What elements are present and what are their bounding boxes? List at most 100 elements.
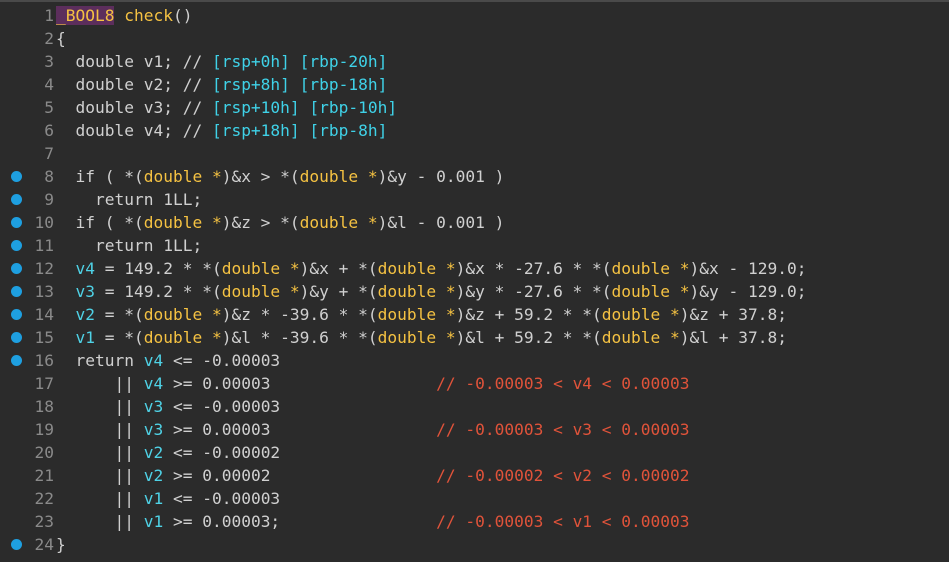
breakpoint-dot-icon[interactable]	[11, 194, 22, 205]
code-line[interactable]: 8 if ( *(double *)&x > *(double *)&y - 0…	[0, 165, 949, 188]
code-text: || v3 >= 0.00003 // -0.00003 < v3 < 0.00…	[56, 418, 689, 441]
line-number: 21	[34, 466, 55, 485]
code-line[interactable]: 7	[0, 142, 949, 165]
code-line[interactable]: 22 || v1 <= -0.00003	[0, 487, 949, 510]
code-token: ||	[114, 397, 144, 416]
code-line[interactable]: 17 || v4 >= 0.00003 // -0.00003 < v4 < 0…	[0, 372, 949, 395]
code-line[interactable]: 16 return v4 <= -0.00003	[0, 349, 949, 372]
code-text: v1 = *(double *)&l * -39.6 * *(double *)…	[56, 326, 787, 349]
code-token: double *	[221, 282, 300, 301]
code-token: double *	[299, 213, 378, 232]
code-token: <= -0.00003	[163, 397, 281, 416]
breakpoint-dot-icon[interactable]	[11, 286, 22, 297]
code-token: // -0.00003 < v1 < 0.00003	[436, 512, 690, 531]
code-line[interactable]: 1 _BOOL8 check()	[0, 4, 949, 27]
code-token: v3	[143, 397, 164, 416]
code-token: ||	[114, 466, 144, 485]
code-token: double *	[611, 259, 690, 278]
code-token: ||	[114, 512, 144, 531]
code-token: = *(	[95, 305, 144, 324]
code-text: || v4 >= 0.00003 // -0.00003 < v4 < 0.00…	[56, 372, 689, 395]
code-text: double v1; // [rsp+0h] [rbp-20h]	[56, 50, 388, 73]
code-token: _BOOL8	[56, 6, 115, 25]
code-line[interactable]: 14 v2 = *(double *)&z * -39.6 * *(double…	[0, 303, 949, 326]
code-text: if ( *(double *)&z > *(double *)&l - 0.0…	[56, 211, 505, 234]
code-token: v4	[143, 351, 164, 370]
code-line[interactable]: 10 if ( *(double *)&z > *(double *)&l - …	[0, 211, 949, 234]
code-token: check	[124, 6, 173, 25]
code-token: )&y + *(	[299, 282, 378, 301]
code-line[interactable]: 12 v4 = 149.2 * *(double *)&x + *(double…	[0, 257, 949, 280]
code-text: return 1LL;	[56, 234, 202, 257]
code-line[interactable]: 5 double v3; // [rsp+10h] [rbp-10h]	[0, 96, 949, 119]
breakpoint-dot-icon[interactable]	[11, 355, 22, 366]
line-number: 18	[34, 397, 55, 416]
code-token: )&l + 59.2 * *(	[455, 328, 602, 347]
code-line[interactable]: 9 return 1LL;	[0, 188, 949, 211]
code-token: double *	[143, 213, 222, 232]
code-text: }	[56, 533, 66, 556]
pseudocode-editor[interactable]: 1 _BOOL8 check() 2{3 double v1; // [rsp+0h…	[0, 4, 949, 556]
breakpoint-dot-icon[interactable]	[11, 539, 22, 550]
code-line[interactable]: 18 || v3 <= -0.00003	[0, 395, 949, 418]
code-line[interactable]: 3 double v1; // [rsp+0h] [rbp-20h]	[0, 50, 949, 73]
code-token: ()	[172, 6, 193, 25]
code-text: double v3; // [rsp+10h] [rbp-10h]	[56, 96, 398, 119]
code-token: >= 0.00003	[163, 374, 437, 393]
code-line[interactable]: 4 double v2; // [rsp+8h] [rbp-18h]	[0, 73, 949, 96]
code-token: v4	[75, 259, 96, 278]
code-token: }	[56, 535, 66, 554]
line-number: 8	[44, 167, 54, 186]
breakpoint-dot-icon[interactable]	[11, 309, 22, 320]
code-line[interactable]: 23 || v1 >= 0.00003; // -0.00003 < v1 < …	[0, 510, 949, 533]
line-number: 14	[34, 305, 55, 324]
code-token: double *	[601, 328, 680, 347]
code-line[interactable]: 21 || v2 >= 0.00002 // -0.00002 < v2 < 0…	[0, 464, 949, 487]
breakpoint-dot-icon[interactable]	[11, 332, 22, 343]
code-line[interactable]: 20 || v2 <= -0.00002	[0, 441, 949, 464]
code-text: double v2; // [rsp+8h] [rbp-18h]	[56, 73, 388, 96]
code-token: )&x + *(	[299, 259, 378, 278]
code-line[interactable]: 11 return 1LL;	[0, 234, 949, 257]
code-line[interactable]: 13 v3 = 149.2 * *(double *)&y + *(double…	[0, 280, 949, 303]
code-token: double v2; //	[75, 75, 212, 94]
line-number: 12	[34, 259, 55, 278]
breakpoint-dot-icon[interactable]	[11, 217, 22, 228]
breakpoint-dot-icon[interactable]	[11, 263, 22, 274]
line-number: 13	[34, 282, 55, 301]
code-line[interactable]: 24}	[0, 533, 949, 556]
code-line[interactable]: 6 double v4; // [rsp+18h] [rbp-8h]	[0, 119, 949, 142]
line-number: 24	[34, 535, 55, 554]
code-token: double *	[143, 167, 222, 186]
code-token: double *	[299, 167, 378, 186]
code-token: v1	[143, 512, 164, 531]
line-number: 1	[44, 6, 54, 25]
code-token: double v4; //	[75, 121, 212, 140]
code-line[interactable]: 15 v1 = *(double *)&l * -39.6 * *(double…	[0, 326, 949, 349]
code-token: <= -0.00003	[163, 489, 281, 508]
breakpoint-dot-icon[interactable]	[11, 240, 22, 251]
line-number: 3	[44, 52, 54, 71]
code-line[interactable]: 19 || v3 >= 0.00003 // -0.00003 < v3 < 0…	[0, 418, 949, 441]
line-number: 9	[44, 190, 54, 209]
code-token: )&x * -27.6 * *(	[455, 259, 612, 278]
code-line[interactable]: 2{	[0, 27, 949, 50]
code-token: double *	[221, 259, 300, 278]
code-token: <= -0.00003	[163, 351, 281, 370]
code-token: {	[56, 29, 66, 48]
code-text: if ( *(double *)&x > *(double *)&y - 0.0…	[56, 165, 505, 188]
code-token: if ( *(	[75, 213, 144, 232]
code-token: return 1LL;	[94, 236, 203, 255]
code-text: v2 = *(double *)&z * -39.6 * *(double *)…	[56, 303, 787, 326]
code-token: double *	[377, 259, 456, 278]
breakpoint-dot-icon[interactable]	[11, 171, 22, 182]
code-token: return 1LL;	[94, 190, 203, 209]
